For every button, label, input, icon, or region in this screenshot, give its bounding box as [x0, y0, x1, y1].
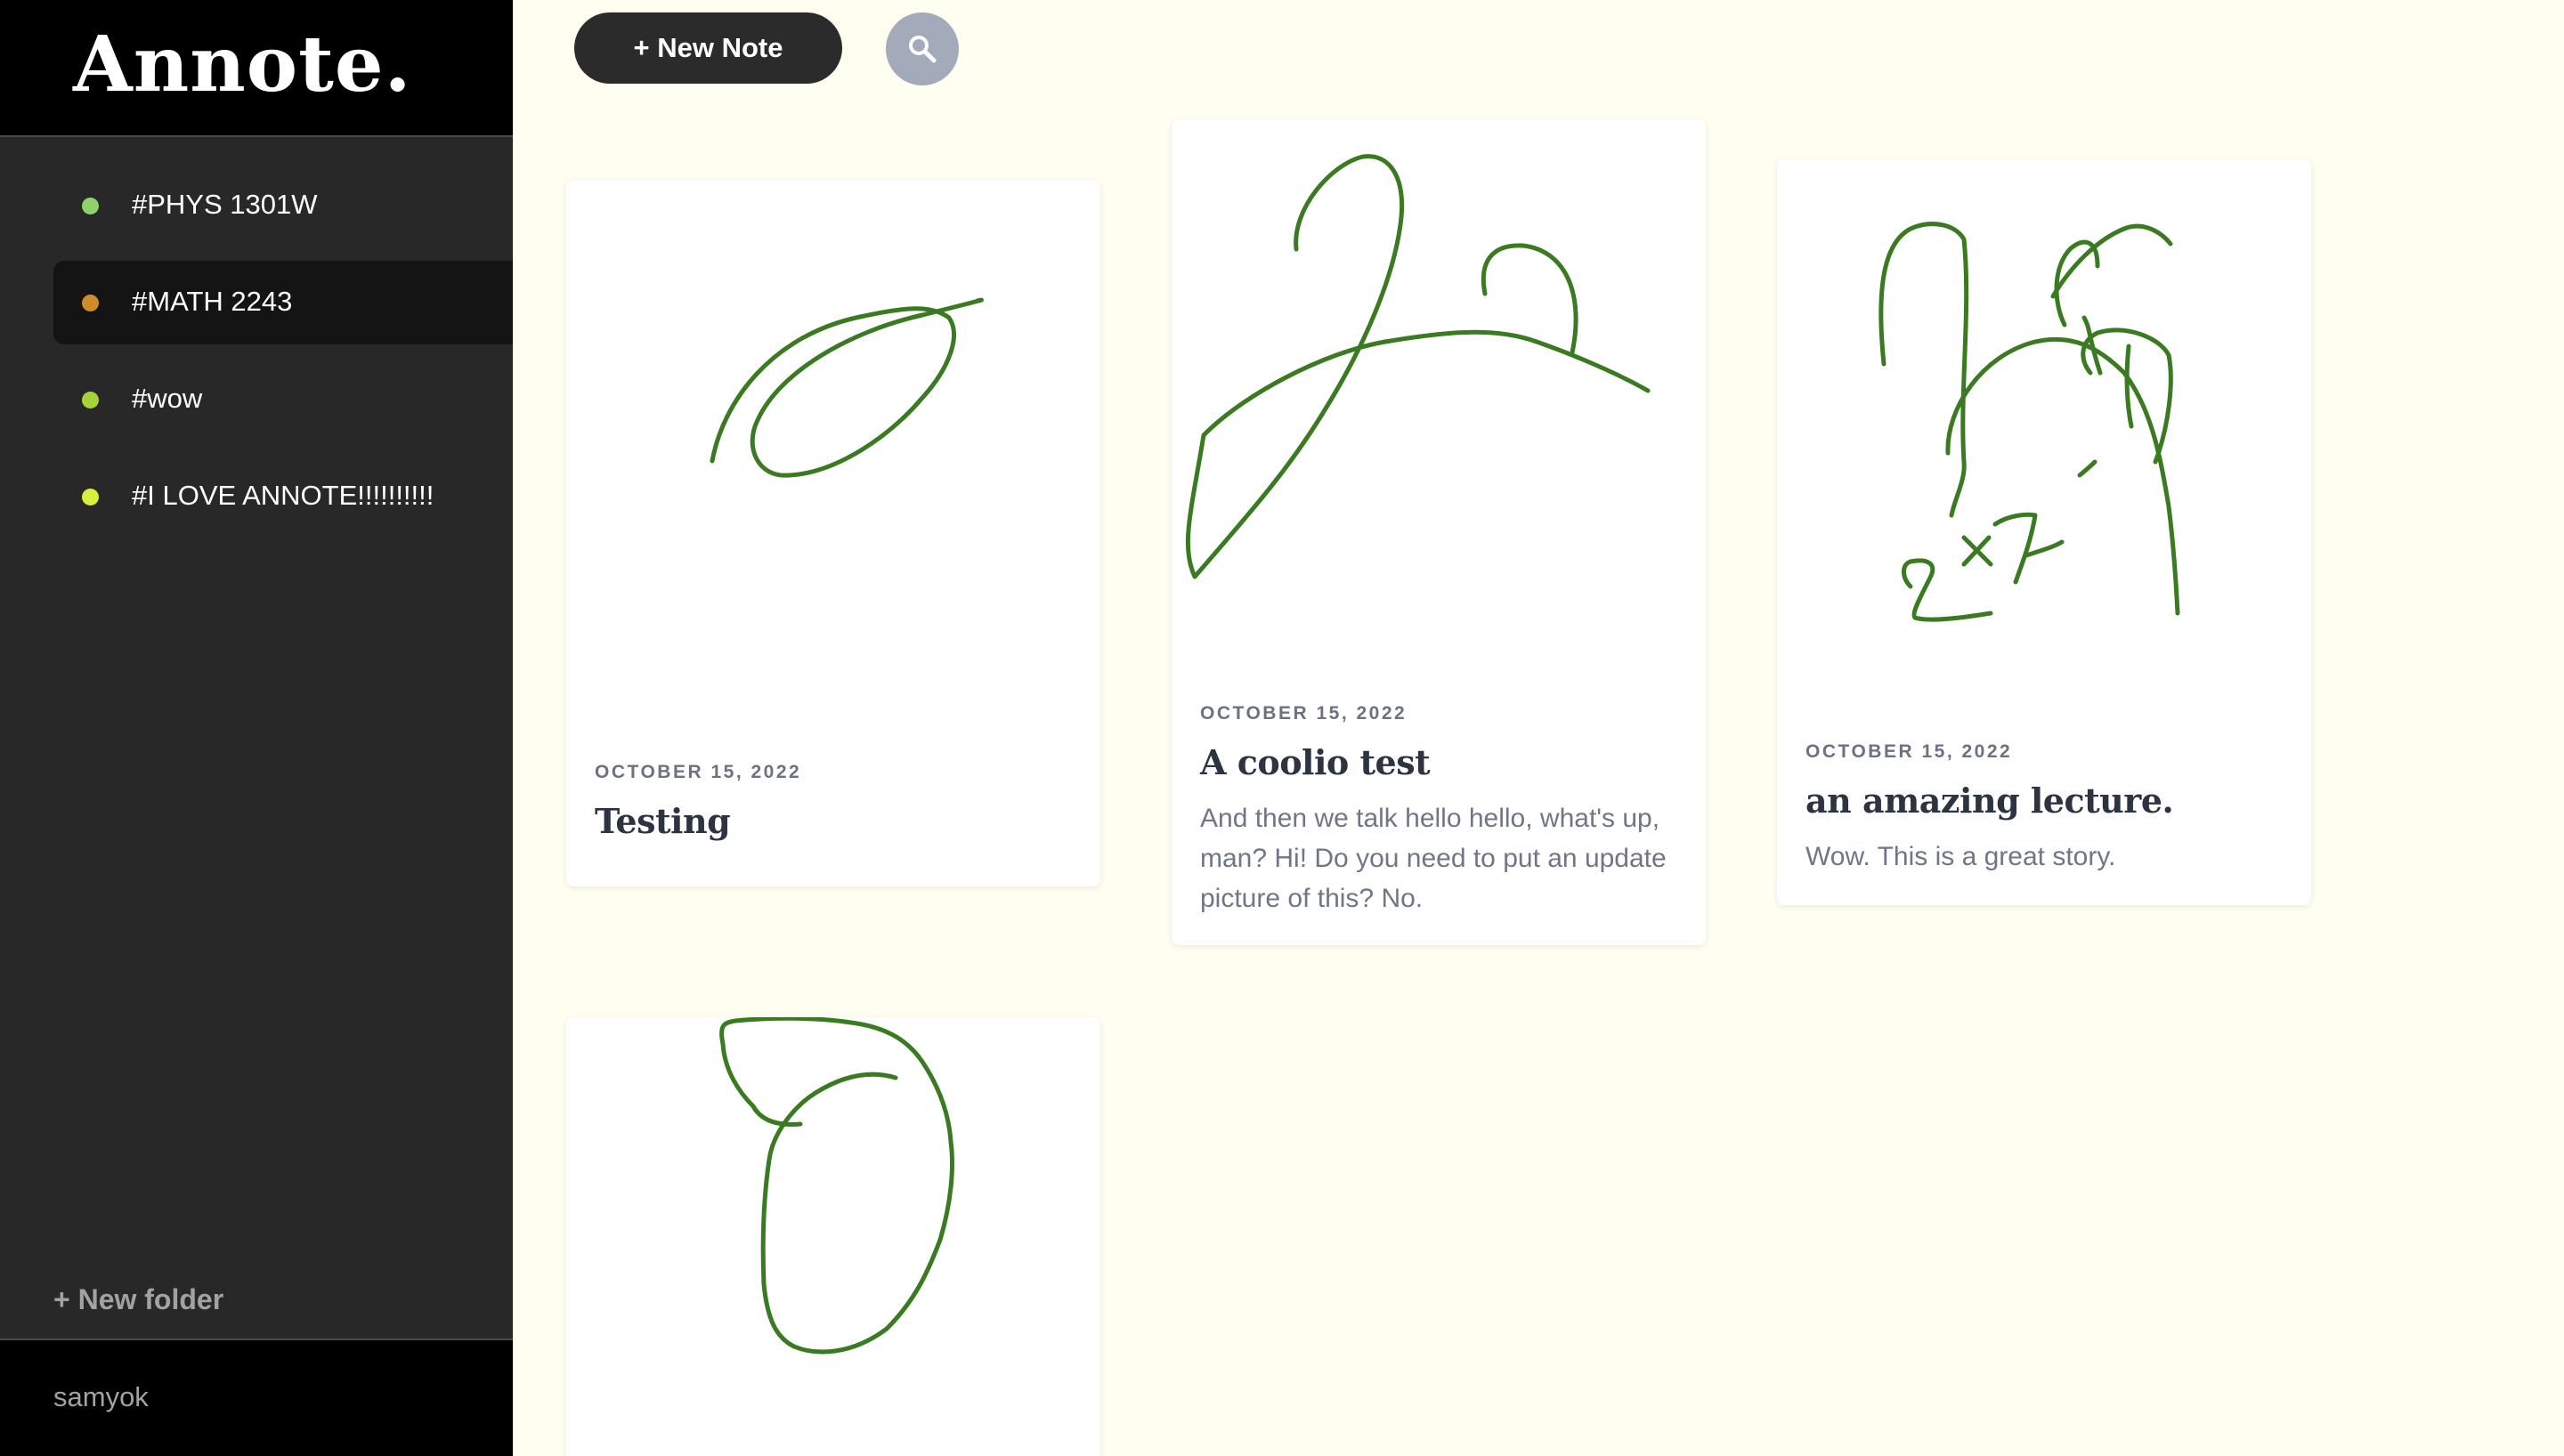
folder-color-dot — [82, 295, 99, 311]
note-sketch — [1878, 222, 2180, 622]
app-logo: Annote. — [73, 20, 412, 109]
folder-list: #PHYS 1301W #MATH 2243 #wow #I LOVE ANNO… — [0, 164, 513, 552]
folder-label: #wow — [132, 383, 203, 414]
note-meta: OCTOBER 15, 2022 an amazing lecture. Wow… — [1805, 741, 2283, 877]
search-button[interactable] — [886, 12, 959, 85]
app-root: Annote. #PHYS 1301W #MATH 2243 #wow #I L… — [0, 0, 2564, 1456]
folder-item-math-2243[interactable]: #MATH 2243 — [53, 261, 513, 344]
folder-color-dot — [82, 489, 99, 506]
folder-item-phys-1301w[interactable]: #PHYS 1301W — [53, 164, 513, 247]
folder-item-wow[interactable]: #wow — [53, 358, 513, 441]
username[interactable]: samyok — [53, 1381, 149, 1413]
note-card[interactable]: OCTOBER 15, 2022 A coolio test And then … — [1172, 119, 1706, 945]
note-sketch — [719, 1017, 954, 1355]
note-meta: OCTOBER 15, 2022 Testing — [595, 762, 1072, 841]
folder-label: #MATH 2243 — [132, 286, 293, 317]
note-title: Testing — [595, 801, 731, 841]
note-title: an amazing lecture. — [1805, 781, 2174, 821]
sidebar: Annote. #PHYS 1301W #MATH 2243 #wow #I L… — [0, 0, 513, 1456]
note-date: OCTOBER 15, 2022 — [1805, 741, 2013, 762]
note-sketch — [710, 297, 984, 478]
note-excerpt: Wow. This is a great story. — [1805, 842, 2116, 871]
note-excerpt: And then we talk hello hello, what's up,… — [1200, 804, 1667, 913]
note-date: OCTOBER 15, 2022 — [595, 762, 802, 782]
folder-label: #PHYS 1301W — [132, 189, 318, 220]
note-card[interactable]: OCTOBER 15, 2022 Testing — [566, 180, 1100, 886]
note-sketch — [1185, 154, 1651, 579]
folder-label: #I LOVE ANNOTE!!!!!!!!!! — [132, 480, 434, 511]
note-date: OCTOBER 15, 2022 — [1200, 703, 1408, 724]
brand-header: Annote. — [0, 0, 513, 137]
note-title: A coolio test — [1200, 742, 1431, 782]
search-icon — [909, 36, 937, 63]
new-folder-button[interactable]: + New folder — [53, 1283, 223, 1316]
folder-item-i-love-annote[interactable]: #I LOVE ANNOTE!!!!!!!!!! — [53, 455, 513, 538]
note-card[interactable] — [566, 1017, 1100, 1456]
folder-color-dot — [82, 198, 99, 214]
note-meta: OCTOBER 15, 2022 A coolio test And then … — [1200, 703, 1677, 918]
user-bar: samyok — [0, 1339, 513, 1456]
note-card[interactable]: OCTOBER 15, 2022 an amazing lecture. Wow… — [1777, 159, 2311, 905]
folder-color-dot — [82, 392, 99, 408]
new-note-button[interactable]: + New Note — [574, 12, 842, 84]
